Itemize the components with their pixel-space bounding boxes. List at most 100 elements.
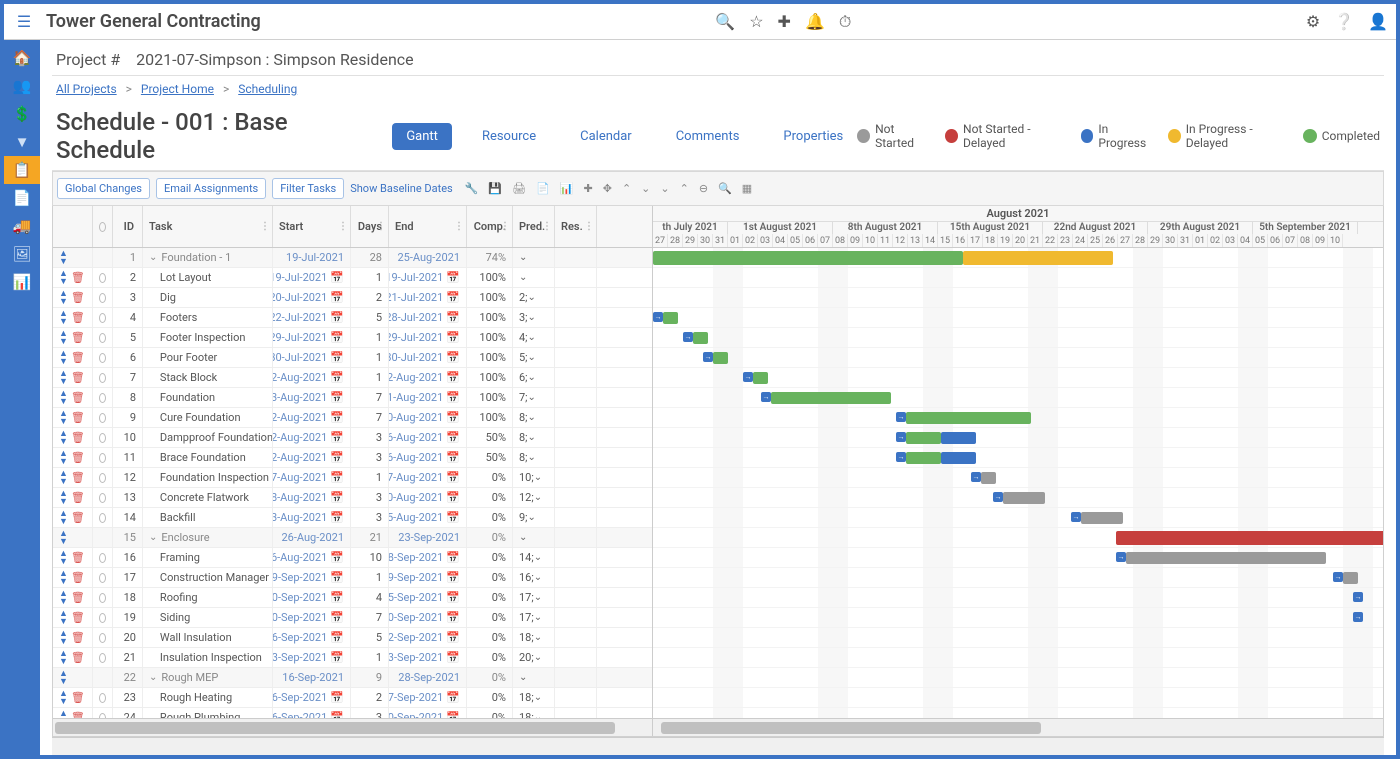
row-radio[interactable] <box>99 293 106 303</box>
col-pred[interactable]: Pred.⋮ <box>513 206 555 247</box>
sidebar-dashboard[interactable]: 📊 <box>4 268 40 296</box>
gantt-row[interactable]: → <box>653 328 1383 348</box>
reorder-icon[interactable]: ▲▼ <box>59 470 68 486</box>
sidebar-home[interactable]: 🏠 <box>4 44 40 72</box>
row-radio[interactable] <box>99 413 106 423</box>
task-row[interactable]: ▲▼🗑13 Concrete Flatwork18-Aug-2021📅320-A… <box>53 488 652 508</box>
reorder-icon[interactable]: ▲▼ <box>59 250 68 266</box>
task-row[interactable]: ▲▼🗑23 Rough Heating16-Sep-2021📅217-Sep-2… <box>53 688 652 708</box>
row-radio[interactable] <box>99 473 106 483</box>
calendar-icon[interactable]: 📅 <box>446 331 460 344</box>
calendar-icon[interactable]: 📅 <box>446 291 460 304</box>
col-res[interactable]: Res.⋮ <box>555 206 597 247</box>
gantt-bar[interactable] <box>1081 512 1123 524</box>
grid-hscroll[interactable] <box>53 718 652 736</box>
print-icon[interactable]: 🖨 <box>512 182 526 195</box>
calendar-icon[interactable]: 📅 <box>330 491 344 504</box>
calendar-icon[interactable]: 📅 <box>330 331 344 344</box>
row-radio[interactable] <box>99 613 106 623</box>
layout-icon[interactable]: ▦ <box>742 182 752 195</box>
global-changes-button[interactable]: Global Changes <box>57 178 150 199</box>
delete-icon[interactable]: 🗑 <box>71 551 85 564</box>
calendar-icon[interactable]: 📅 <box>446 691 460 704</box>
select-all-radio[interactable] <box>99 222 106 232</box>
calendar-icon[interactable]: 📅 <box>330 411 344 424</box>
calendar-icon[interactable]: 📅 <box>446 511 460 524</box>
calendar-icon[interactable]: 📅 <box>330 271 344 284</box>
task-row[interactable]: ▲▼🗑17 Construction Manager ...09-Sep-202… <box>53 568 652 588</box>
task-row[interactable]: ▲▼🗑19 Siding10-Sep-2021📅720-Sep-2021📅0%1… <box>53 608 652 628</box>
delete-icon[interactable]: 🗑 <box>71 371 85 384</box>
excel-icon[interactable]: 📊 <box>560 182 574 195</box>
delete-icon[interactable]: 🗑 <box>71 631 85 644</box>
reorder-icon[interactable]: ▲▼ <box>59 430 68 446</box>
calendar-icon[interactable]: 📅 <box>330 651 344 664</box>
reorder-icon[interactable]: ▲▼ <box>59 690 68 706</box>
row-radio[interactable] <box>99 573 106 583</box>
gantt-row[interactable]: → <box>653 388 1383 408</box>
breadcrumb-all[interactable]: All Projects <box>56 82 117 96</box>
col-comp[interactable]: Comp.⋮ <box>467 206 513 247</box>
calendar-icon[interactable]: 📅 <box>330 691 344 704</box>
sidebar-money[interactable]: 💲 <box>4 100 40 128</box>
expand-icon[interactable]: ⌄ <box>149 532 157 543</box>
row-radio[interactable] <box>99 693 106 703</box>
gantt-bar[interactable] <box>693 332 708 344</box>
plus-icon[interactable]: ✚ <box>778 12 791 32</box>
gantt-bar[interactable] <box>1126 552 1326 564</box>
reorder-icon[interactable]: ▲▼ <box>59 410 68 426</box>
reorder-icon[interactable]: ▲▼ <box>59 370 68 386</box>
delete-icon[interactable]: 🗑 <box>71 471 85 484</box>
reorder-icon[interactable]: ▲▼ <box>59 610 68 626</box>
delete-icon[interactable]: 🗑 <box>71 711 85 718</box>
col-task[interactable]: Task⋮ <box>143 206 273 247</box>
move-icon[interactable]: ✥ <box>603 182 612 195</box>
timer-icon[interactable]: ⏱ <box>839 12 851 32</box>
sidebar-image[interactable]: 🖼 <box>4 240 40 268</box>
sidebar-schedule[interactable]: 📋 <box>4 156 40 184</box>
calendar-icon[interactable]: 📅 <box>446 491 460 504</box>
breadcrumb-scheduling[interactable]: Scheduling <box>238 82 297 96</box>
delete-icon[interactable]: 🗑 <box>71 511 85 524</box>
gantt-bar[interactable] <box>1116 531 1383 545</box>
pred-dropdown[interactable]: ⌄ <box>528 452 536 463</box>
gantt-bar[interactable] <box>963 251 1113 265</box>
breadcrumb-home[interactable]: Project Home <box>141 82 214 96</box>
task-row[interactable]: ▲▼🗑20 Wall Insulation16-Sep-2021📅522-Sep… <box>53 628 652 648</box>
calendar-icon[interactable]: 📅 <box>330 571 344 584</box>
gantt-row[interactable] <box>653 528 1383 548</box>
calendar-icon[interactable]: 📅 <box>446 471 460 484</box>
delete-icon[interactable]: 🗑 <box>71 331 85 344</box>
pred-dropdown[interactable]: ⌄ <box>519 252 527 263</box>
pred-dropdown[interactable]: ⌄ <box>534 632 542 643</box>
reorder-icon[interactable]: ▲▼ <box>59 670 68 686</box>
task-row[interactable]: ▲▼🗑24 Rough Plumbing16-Sep-2021📅320-Sep-… <box>53 708 652 718</box>
task-row[interactable]: ▲▼🗑2 Lot Layout19-Jul-2021📅119-Jul-2021📅… <box>53 268 652 288</box>
pred-dropdown[interactable]: ⌄ <box>528 512 536 523</box>
row-radio[interactable] <box>99 333 106 343</box>
calendar-icon[interactable]: 📅 <box>330 291 344 304</box>
calendar-icon[interactable]: 📅 <box>446 591 460 604</box>
pred-dropdown[interactable]: ⌄ <box>534 692 542 703</box>
collapse-icon[interactable]: ⌄ <box>660 182 669 195</box>
gantt-row[interactable]: → <box>653 448 1383 468</box>
gantt-bar[interactable] <box>1003 492 1045 504</box>
calendar-icon[interactable]: 📅 <box>446 631 460 644</box>
delete-icon[interactable]: 🗑 <box>71 691 85 704</box>
down-icon[interactable]: ⌄ <box>641 182 650 195</box>
menu-icon[interactable]: ☰ <box>12 10 36 34</box>
tab-comments[interactable]: Comments <box>662 123 754 150</box>
gantt-bar[interactable] <box>753 372 768 384</box>
row-radio[interactable] <box>99 593 106 603</box>
pred-dropdown[interactable]: ⌄ <box>528 292 536 303</box>
calendar-icon[interactable]: 📅 <box>446 271 460 284</box>
calendar-icon[interactable]: 📅 <box>446 551 460 564</box>
calendar-icon[interactable]: 📅 <box>330 451 344 464</box>
task-row[interactable]: ▲▼🗑9 Cure Foundation12-Aug-2021📅720-Aug-… <box>53 408 652 428</box>
zoom-out-icon[interactable]: ⊖ <box>699 182 708 195</box>
delete-icon[interactable]: 🗑 <box>71 411 85 424</box>
task-row[interactable]: ▲▼🗑14 Backfill23-Aug-2021📅325-Aug-2021📅0… <box>53 508 652 528</box>
pred-dropdown[interactable]: ⌄ <box>528 392 536 403</box>
reorder-icon[interactable]: ▲▼ <box>59 630 68 646</box>
reorder-icon[interactable]: ▲▼ <box>59 450 68 466</box>
